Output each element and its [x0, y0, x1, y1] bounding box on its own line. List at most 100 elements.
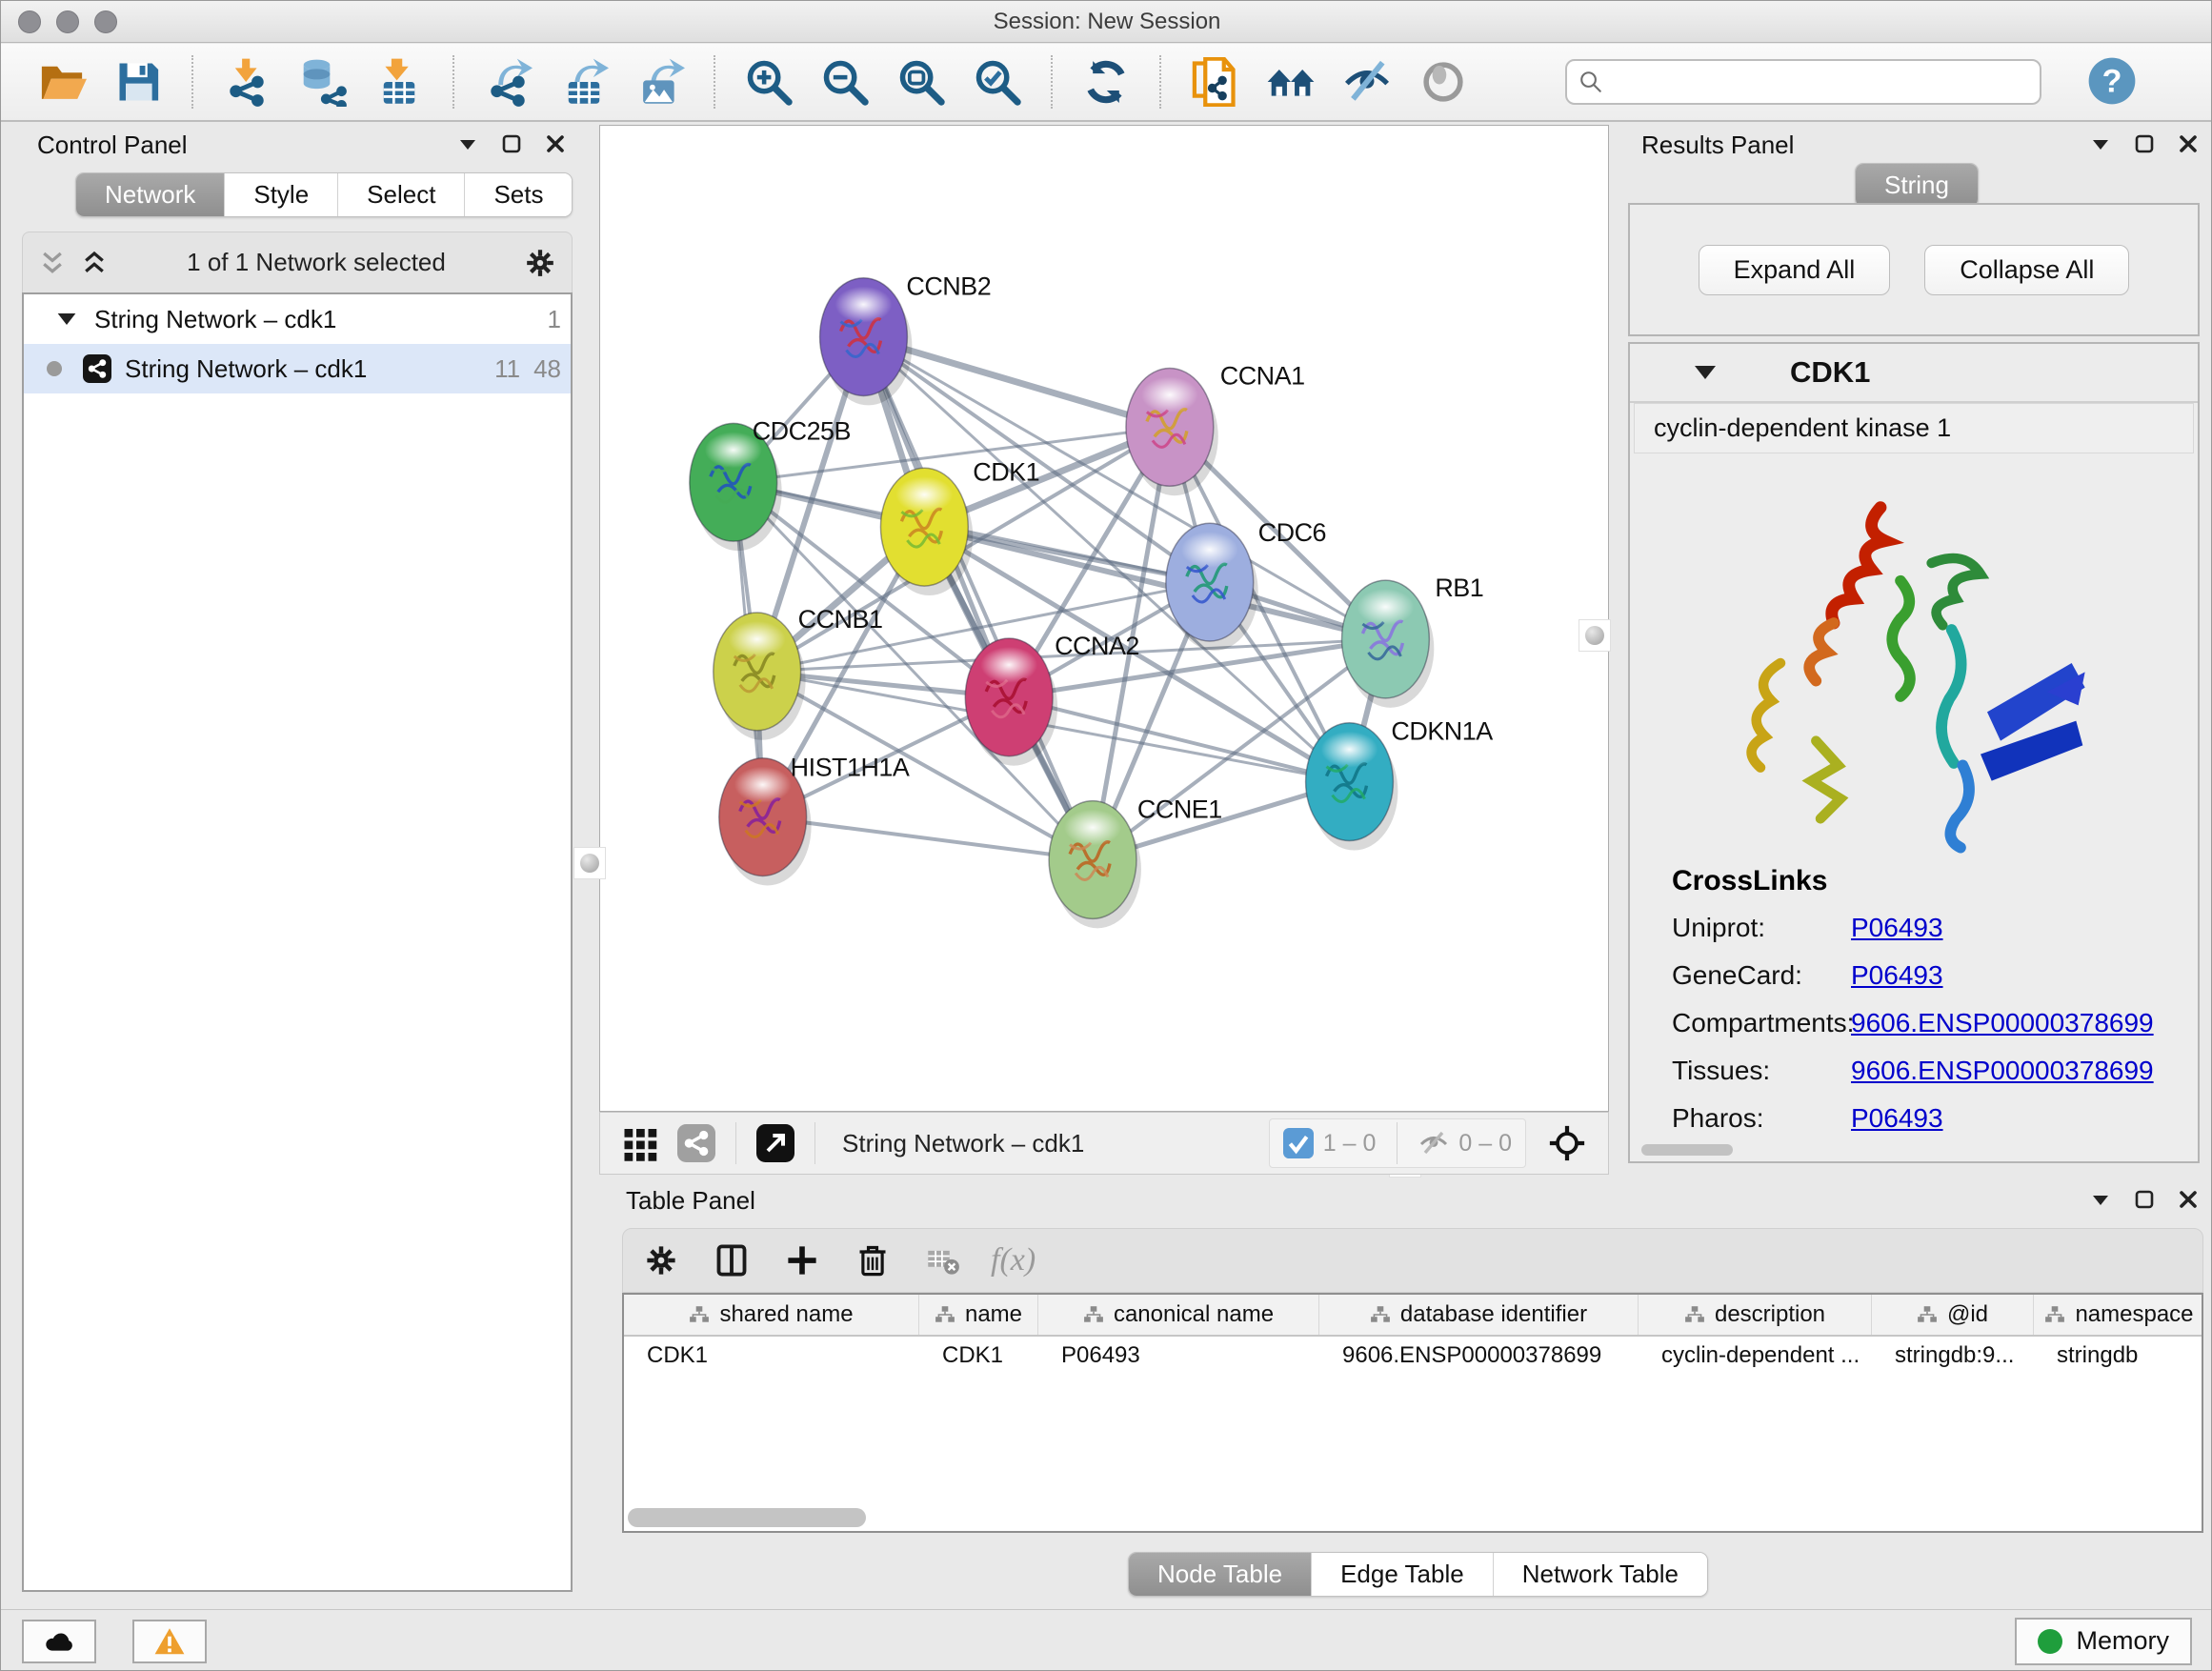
column-header-database-identifier[interactable]: database identifier [1319, 1295, 1639, 1335]
import-network-from-file-button[interactable] [209, 57, 285, 107]
panel-menu-icon[interactable] [456, 132, 479, 155]
column-header-namespace[interactable]: namespace [2034, 1295, 2203, 1335]
panel-close-icon[interactable] [2177, 132, 2200, 155]
left-splitter-handle[interactable] [573, 847, 606, 879]
expand-all-icon[interactable] [80, 249, 109, 277]
network-view-button[interactable] [669, 1124, 724, 1162]
collection-expander-icon[interactable] [58, 313, 76, 325]
panel-close-icon[interactable] [2177, 1188, 2200, 1211]
tab-select[interactable]: Select [338, 173, 465, 216]
table-tabs: Node TableEdge TableNetwork Table [1128, 1552, 1708, 1597]
gene-header[interactable]: CDK1 [1630, 344, 2198, 403]
crosslink-value-link[interactable]: P06493 [1851, 960, 1943, 991]
delete-column-button[interactable] [850, 1242, 895, 1278]
node-CCNA1[interactable]: CCNA1 [1126, 361, 1305, 495]
tab-style[interactable]: Style [225, 173, 338, 216]
results-scrollbar[interactable] [1641, 1144, 1733, 1156]
node-CCNB2[interactable]: CCNB2 [820, 272, 992, 406]
node-CDK1[interactable]: CDK1 [880, 457, 1039, 595]
crosslink-value-link[interactable]: 9606.ENSP00000378699 [1851, 1008, 2154, 1038]
crosslink-row: Pharos:P06493 [1672, 1103, 2156, 1134]
network-view-title: String Network – cdk1 [842, 1129, 1084, 1158]
panel-float-icon[interactable] [2133, 132, 2156, 155]
panel-close-icon[interactable] [544, 132, 567, 155]
first-neighbors-button[interactable] [1253, 57, 1329, 107]
column-header-name[interactable]: name [919, 1295, 1038, 1335]
node-CCNE1[interactable]: CCNE1 [1049, 795, 1222, 929]
tab-network-table[interactable]: Network Table [1494, 1553, 1707, 1596]
function-builder-button[interactable]: f(x) [991, 1242, 1036, 1278]
table-hscrollbar[interactable] [628, 1508, 866, 1527]
network-row[interactable]: String Network – cdk1 11 48 [24, 344, 571, 393]
collapse-all-button[interactable]: Collapse All [1924, 245, 2129, 295]
table-settings-button[interactable] [638, 1242, 684, 1278]
tab-string[interactable]: String [1856, 164, 1978, 207]
node-CCNB1[interactable]: CCNB1 [714, 605, 883, 740]
help-button[interactable]: ? [2081, 55, 2142, 110]
hide-selected-button[interactable] [1329, 57, 1405, 107]
memory-button[interactable]: Memory [2015, 1618, 2192, 1665]
edge-HIST1H1A-CCNE1[interactable] [763, 817, 1093, 860]
hidden-eye-icon[interactable] [1418, 1128, 1449, 1158]
crosslink-value-link[interactable]: 9606.ENSP00000378699 [1851, 1056, 2154, 1086]
network-canvas[interactable]: CCNB2 CCNA1 CDC25B CDK1 CDC6 RB1 [599, 125, 1609, 1112]
grid-view-button[interactable] [613, 1124, 669, 1162]
export-network-button[interactable] [470, 57, 546, 107]
search-box[interactable] [1565, 59, 2041, 105]
fit-content-button[interactable] [1539, 1124, 1595, 1162]
results-actions: Expand All Collapse All [1628, 203, 2200, 336]
node-CDC25B[interactable]: CDC25B [690, 416, 851, 551]
warning-button[interactable] [132, 1620, 207, 1663]
tab-node-table[interactable]: Node Table [1129, 1553, 1312, 1596]
results-panel-title: Results Panel [1641, 131, 1794, 160]
save-icon [113, 57, 163, 107]
zoom-selected-button[interactable] [959, 57, 1036, 107]
open-session-button[interactable] [24, 57, 100, 107]
gene-expander-icon[interactable] [1695, 366, 1716, 379]
node-HIST1H1A[interactable]: HIST1H1A [719, 754, 910, 886]
zoom-fit-button[interactable] [883, 57, 959, 107]
export-table-button[interactable] [546, 57, 622, 107]
column-header-id[interactable]: @id [1872, 1295, 2034, 1335]
tab-sets[interactable]: Sets [465, 173, 572, 216]
gear-icon[interactable] [524, 247, 556, 279]
birdseye-view-button[interactable] [748, 1124, 803, 1162]
zoom-in-button[interactable] [731, 57, 807, 107]
right-splitter-handle[interactable] [1579, 619, 1611, 652]
import-table-from-file-button[interactable] [361, 57, 437, 107]
crosslink-value-link[interactable]: P06493 [1851, 1103, 1943, 1134]
save-session-button[interactable] [100, 57, 176, 107]
refresh-view-button[interactable] [1068, 57, 1144, 107]
panel-menu-icon[interactable] [2089, 132, 2112, 155]
column-header-shared-name[interactable]: shared name [624, 1295, 919, 1335]
search-input[interactable] [1611, 68, 2028, 96]
delete-table-button[interactable] [920, 1242, 966, 1278]
network-collection-row[interactable]: String Network – cdk1 1 [24, 294, 571, 344]
table-row[interactable]: CDK1CDK1P064939606.ENSP00000378699cyclin… [624, 1337, 2202, 1377]
panel-float-icon[interactable] [500, 132, 523, 155]
export-image-button[interactable] [622, 57, 698, 107]
network-graph[interactable]: CCNB2 CCNA1 CDC25B CDK1 CDC6 RB1 [600, 126, 1608, 1111]
selected-checkbox-icon[interactable] [1283, 1128, 1314, 1158]
node-RB1[interactable]: RB1 [1342, 574, 1484, 708]
node-CDKN1A[interactable]: CDKN1A [1306, 717, 1494, 851]
zoom-out-button[interactable] [807, 57, 883, 107]
crosslink-value-link[interactable]: P06493 [1851, 913, 1943, 943]
add-column-button[interactable] [779, 1242, 825, 1278]
new-network-from-selection-button[interactable] [1176, 57, 1253, 107]
node-table[interactable]: shared namenamecanonical namedatabase id… [622, 1293, 2203, 1533]
import-network-from-database-button[interactable] [285, 57, 361, 107]
show-all-button[interactable] [1405, 57, 1481, 107]
panel-float-icon[interactable] [2133, 1188, 2156, 1211]
column-header-description[interactable]: description [1639, 1295, 1872, 1335]
cloud-button[interactable] [22, 1620, 96, 1663]
collapse-all-icon[interactable] [38, 249, 67, 277]
warning-icon [153, 1625, 186, 1658]
show-columns-button[interactable] [709, 1242, 754, 1278]
node-CDC6[interactable]: CDC6 [1166, 518, 1326, 651]
expand-all-button[interactable]: Expand All [1699, 245, 1891, 295]
tab-network[interactable]: Network [76, 173, 225, 216]
column-header-canonical-name[interactable]: canonical name [1038, 1295, 1319, 1335]
panel-menu-icon[interactable] [2089, 1188, 2112, 1211]
tab-edge-table[interactable]: Edge Table [1312, 1553, 1494, 1596]
